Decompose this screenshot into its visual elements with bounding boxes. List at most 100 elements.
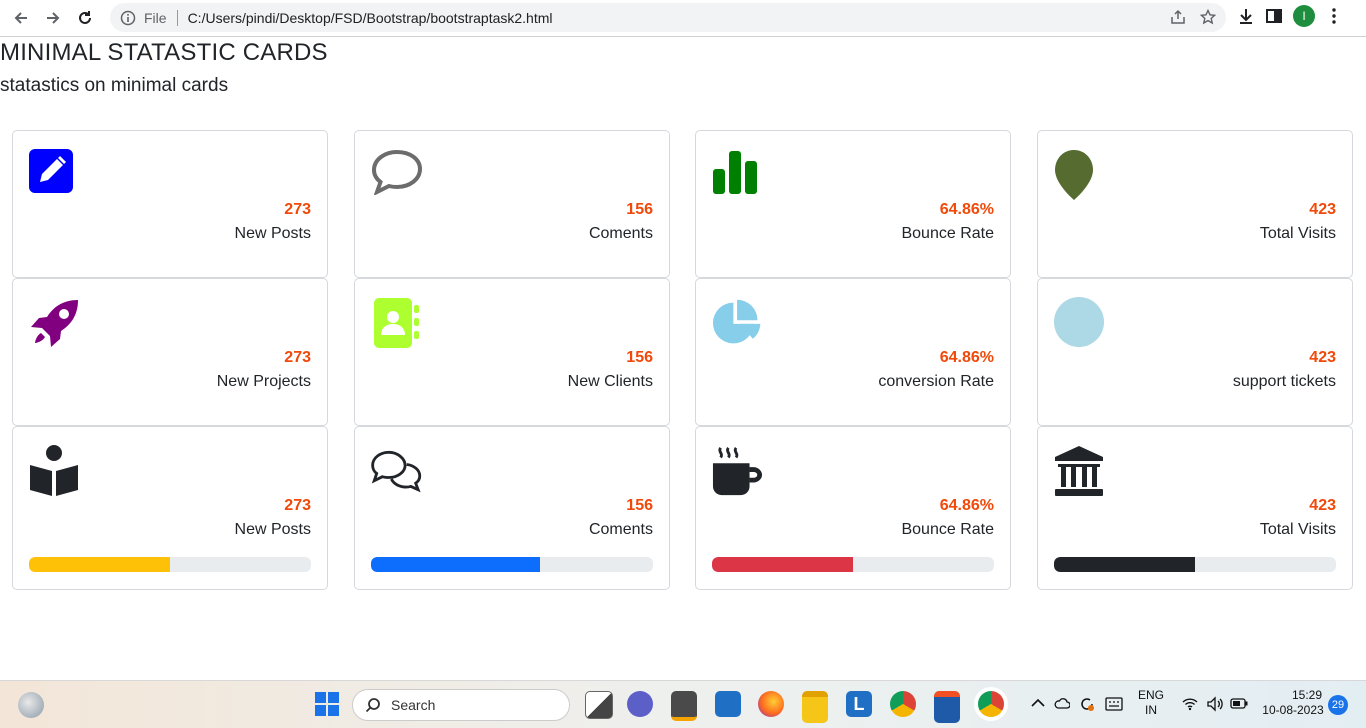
progress-bar xyxy=(712,557,994,572)
chevron-up-icon[interactable] xyxy=(1031,698,1045,708)
side-panel-icon[interactable] xyxy=(1265,7,1283,25)
bar-chart-icon xyxy=(712,149,764,197)
stat-card: 273 New Posts xyxy=(12,130,328,278)
arrow-left-icon xyxy=(14,12,27,24)
stat-card: 64.86% Bounce Rate xyxy=(695,426,1011,590)
file-scheme-label: File xyxy=(144,9,167,26)
stat-card: 64.86% Bounce Rate xyxy=(695,130,1011,278)
stat-label: Bounce Rate xyxy=(901,225,994,242)
search-icon xyxy=(365,698,380,713)
progress-bar xyxy=(1054,557,1336,572)
sublime-text-icon[interactable] xyxy=(671,691,697,721)
reload-icon xyxy=(79,11,91,24)
clock-date: 10-08-2023 xyxy=(1262,703,1324,717)
address-bar[interactable]: File C:/Users/pindi/Desktop/FSD/Bootstra… xyxy=(110,3,1226,32)
onedrive-cloud-icon[interactable] xyxy=(1054,696,1070,712)
stat-label: Bounce Rate xyxy=(901,521,994,538)
progress-fill xyxy=(29,557,170,572)
launcher-icon[interactable]: L xyxy=(846,691,872,717)
stat-value: 64.86% xyxy=(939,349,994,366)
stat-label: Total Visits xyxy=(1259,521,1336,538)
stat-value: 156 xyxy=(626,201,653,218)
widgets-icon[interactable] xyxy=(18,692,44,718)
windows-start-icon[interactable] xyxy=(314,691,340,717)
stat-value: 423 xyxy=(1309,201,1336,218)
task-view-icon[interactable] xyxy=(585,691,613,719)
forward-button[interactable] xyxy=(40,5,66,31)
stat-label: Total Visits xyxy=(1259,225,1336,242)
page-subtitle: statastics on minimal cards xyxy=(0,75,229,96)
stat-value: 273 xyxy=(284,201,311,218)
firefox-icon[interactable] xyxy=(758,691,784,717)
profile-avatar[interactable]: I xyxy=(1293,5,1315,27)
battery-icon[interactable] xyxy=(1230,698,1248,709)
progress-fill xyxy=(712,557,853,572)
clock[interactable]: 15:29 10-08-2023 xyxy=(1258,688,1328,718)
windows-taskbar: Search L ENG IN 15:29 10-08-2023 29 xyxy=(0,680,1366,728)
search-placeholder: Search xyxy=(391,697,436,713)
url-text[interactable]: C:/Users/pindi/Desktop/FSD/Bootstrap/boo… xyxy=(188,10,553,26)
stat-card: 156 Coments xyxy=(354,426,670,590)
stat-value: 156 xyxy=(626,349,653,366)
coffee-cup-icon xyxy=(712,445,764,496)
stat-card: 156 New Clients xyxy=(354,278,670,426)
pie-chart-icon xyxy=(712,297,764,345)
stat-label: New Posts xyxy=(234,521,311,538)
share-icon[interactable] xyxy=(1170,9,1186,25)
stat-value: 273 xyxy=(284,497,311,514)
reload-button[interactable] xyxy=(72,5,98,31)
progress-fill xyxy=(371,557,541,572)
file-explorer-icon[interactable] xyxy=(802,691,828,723)
back-button[interactable] xyxy=(8,5,34,31)
page-title: MINIMAL STATASTIC CARDS xyxy=(0,39,328,66)
notification-badge[interactable]: 29 xyxy=(1328,695,1348,715)
stat-card: 273 New Projects xyxy=(12,278,328,426)
reader-icon xyxy=(29,445,81,496)
wifi-icon[interactable] xyxy=(1182,697,1198,711)
progress-bar xyxy=(29,557,311,572)
progress-fill xyxy=(1054,557,1195,572)
progress-bar xyxy=(371,557,653,572)
chats-icon xyxy=(371,445,423,493)
stat-card: 156 Coments xyxy=(354,130,670,278)
clock-time: 15:29 xyxy=(1291,688,1322,702)
more-menu-icon[interactable] xyxy=(1325,7,1343,25)
stat-label: support tickets xyxy=(1232,373,1336,390)
info-icon[interactable] xyxy=(120,10,136,26)
volume-icon[interactable] xyxy=(1206,696,1224,712)
taskbar-search[interactable]: Search xyxy=(352,689,570,721)
stat-label: New Clients xyxy=(567,373,653,390)
teams-chat-icon[interactable] xyxy=(627,691,653,717)
stat-label: conversion Rate xyxy=(878,373,994,390)
stat-value: 273 xyxy=(284,349,311,366)
stat-card: 423 Total Visits xyxy=(1037,130,1353,278)
bookmark-star-icon[interactable] xyxy=(1200,9,1216,25)
stat-card: 64.86% conversion Rate xyxy=(695,278,1011,426)
page-content: MINIMAL STATASTIC CARDS statastics on mi… xyxy=(0,37,1366,680)
stat-label: Coments xyxy=(588,521,653,538)
arrow-right-icon xyxy=(47,12,60,24)
stat-value: 64.86% xyxy=(939,497,994,514)
stat-card: 423 Total Visits xyxy=(1037,426,1353,590)
stat-label: Coments xyxy=(588,225,653,242)
stat-label: New Posts xyxy=(234,225,311,242)
stat-value: 64.86% xyxy=(939,201,994,218)
download-icon[interactable] xyxy=(1237,7,1255,25)
stat-value: 423 xyxy=(1309,349,1336,366)
browser-toolbar: File C:/Users/pindi/Desktop/FSD/Bootstra… xyxy=(0,0,1366,37)
bank-icon xyxy=(1054,445,1106,496)
stat-value: 156 xyxy=(626,497,653,514)
chrome-active-icon[interactable] xyxy=(978,691,1004,717)
mail-icon[interactable] xyxy=(715,691,741,717)
language-region: IN xyxy=(1145,703,1157,717)
language-code: ENG xyxy=(1138,688,1165,702)
sync-icon[interactable] xyxy=(1079,696,1095,712)
stat-label: New Projects xyxy=(216,373,311,390)
store-icon[interactable] xyxy=(934,691,960,723)
pencil-square-icon xyxy=(29,149,81,197)
stat-card: 423 support tickets xyxy=(1037,278,1353,426)
divider xyxy=(176,9,178,26)
chrome-icon[interactable] xyxy=(890,691,916,717)
language-indicator[interactable]: ENG IN xyxy=(1138,688,1164,718)
keyboard-icon[interactable] xyxy=(1105,697,1123,711)
